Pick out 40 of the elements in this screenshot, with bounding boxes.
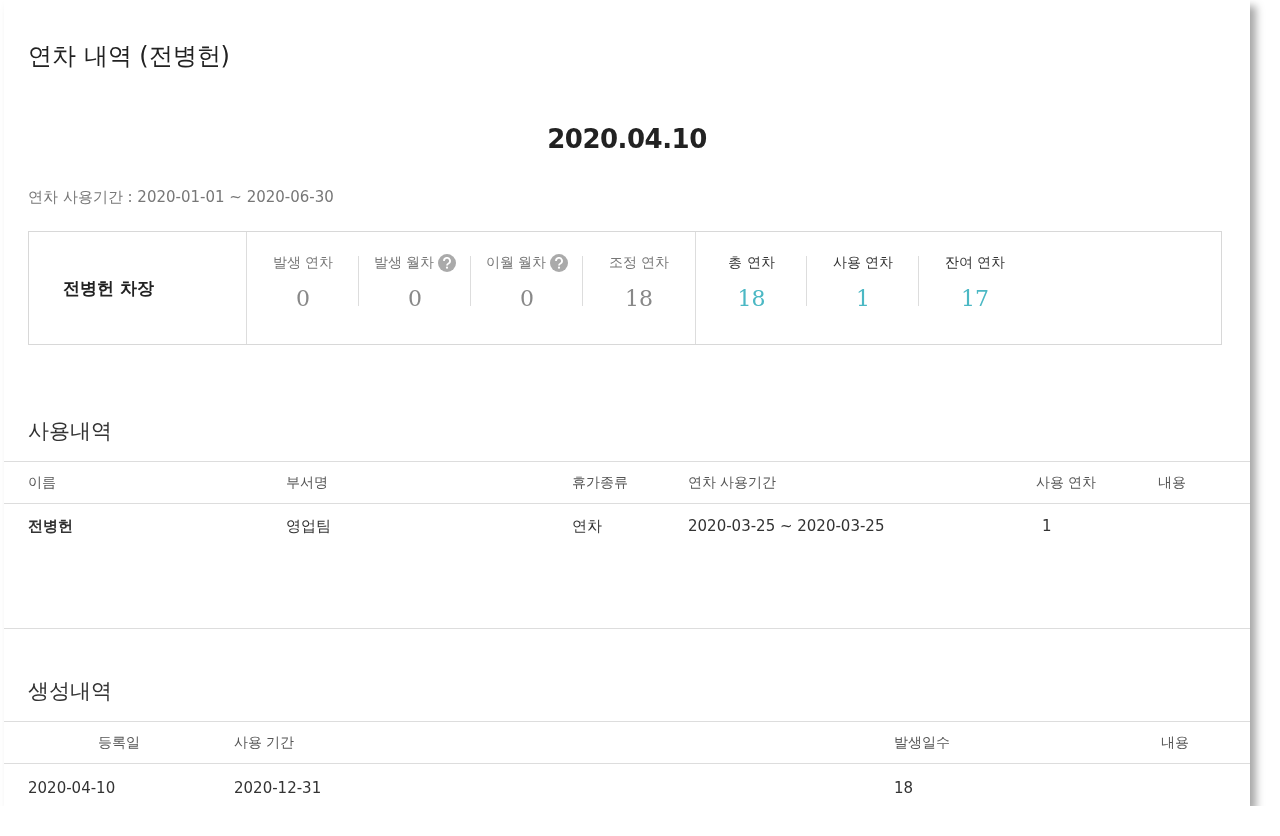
stat-value: 17 <box>961 286 989 311</box>
column-header: 휴가종류 <box>572 473 629 492</box>
column-header: 등록일 <box>97 733 141 752</box>
column-header: 이름 <box>27 473 57 492</box>
section-title: 사용내역 <box>28 418 113 445</box>
stat-value: 1 <box>856 286 870 311</box>
table-cell-text: 2020-04-10 <box>27 779 117 797</box>
column-header: 사용 기간 <box>234 733 296 752</box>
page-title: 연차 내역 (전병헌) <box>27 41 231 72</box>
table-cell-text: 2020-12-31 <box>234 779 323 797</box>
help-icon[interactable] <box>550 254 569 272</box>
column-header: 발생일수 <box>893 733 951 752</box>
column-header: 연차 사용기간 <box>688 473 778 492</box>
stat-value: 0 <box>408 286 422 311</box>
date-heading: 2020.04.10 <box>546 124 708 154</box>
stat-label: 총 연차 <box>728 254 775 272</box>
employee-name: 전병헌 차장 <box>63 276 154 300</box>
help-icon[interactable] <box>438 254 457 272</box>
table-cell-text: 연차 <box>572 516 603 536</box>
table-cell-text: 1 <box>1041 517 1053 535</box>
stat-label: 이월 월차 <box>485 254 547 272</box>
stat-label: 발생 연차 <box>272 254 334 272</box>
period-text: 연차 사용기간 : 2020-01-01 ~ 2020-06-30 <box>28 188 335 207</box>
stat-label: 잔여 연차 <box>944 254 1006 272</box>
column-header: 부서명 <box>286 473 329 492</box>
stat-label: 사용 연차 <box>832 254 894 272</box>
section-title: 생성내역 <box>28 678 113 705</box>
stat-value: 0 <box>520 286 534 311</box>
stat-value: 0 <box>296 286 310 311</box>
stat-label: 발생 월차 <box>373 254 435 272</box>
table-cell-text: 전병헌 <box>27 516 74 536</box>
column-header: 내용 <box>1160 733 1190 752</box>
table-cell-text: 영업팀 <box>286 516 332 536</box>
stat-label: 조정 연차 <box>608 254 670 272</box>
table-cell-text: 2020-03-25 ~ 2020-03-25 <box>688 517 886 535</box>
stat-value: 18 <box>625 286 653 311</box>
stat-value: 18 <box>737 286 766 311</box>
column-header: 내용 <box>1158 473 1187 492</box>
table-cell-text: 18 <box>893 779 915 797</box>
column-header: 사용 연차 <box>1036 473 1098 492</box>
